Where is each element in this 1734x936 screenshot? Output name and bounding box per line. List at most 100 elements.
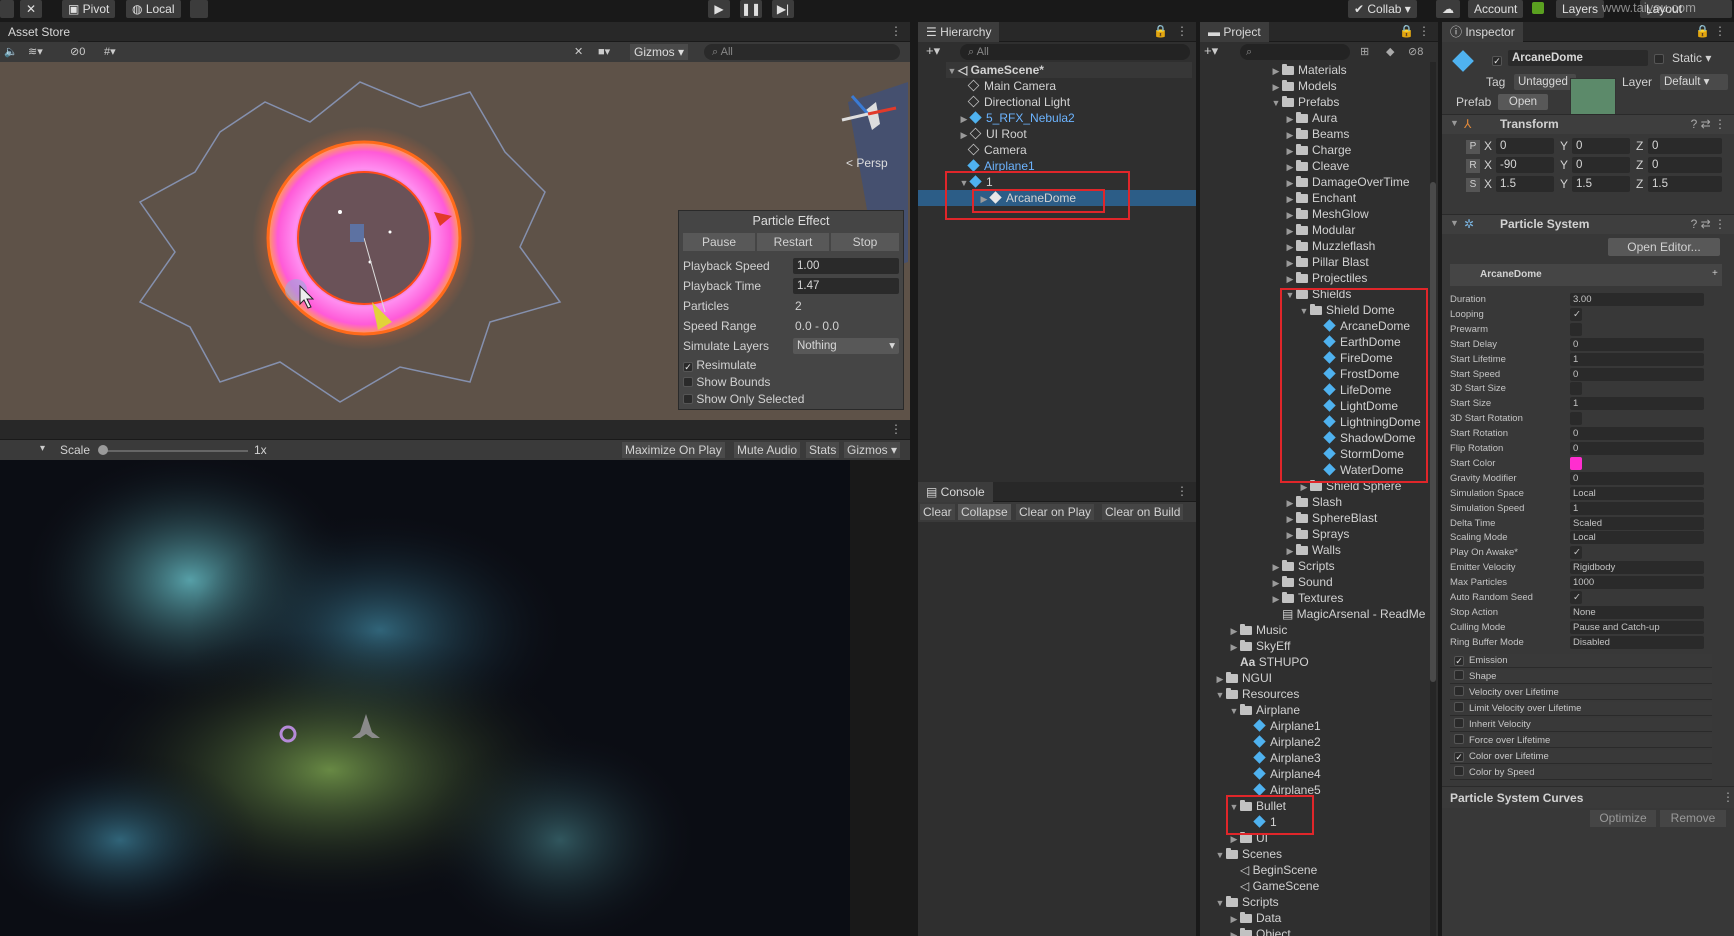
- fold-icon[interactable]: ▶: [1284, 127, 1296, 143]
- fold-icon[interactable]: ▶: [1284, 207, 1296, 223]
- pause-button[interactable]: ❚❚: [740, 0, 762, 18]
- ps-prop-field[interactable]: 1000: [1570, 576, 1704, 590]
- tag-dropdown[interactable]: Untagged: [1514, 74, 1576, 90]
- fold-icon[interactable]: ▶: [1284, 511, 1296, 527]
- project-search-input[interactable]: ⌕: [1240, 44, 1350, 60]
- ps-module-row[interactable]: Limit Velocity over Lifetime: [1450, 702, 1712, 716]
- local-button[interactable]: ◍ Local: [126, 0, 181, 18]
- folder-slash[interactable]: ▶ Slash: [1284, 494, 1343, 511]
- hierarchy-item-nebula[interactable]: ▶ 5_RFX_Nebula2: [958, 110, 1075, 126]
- checkbox[interactable]: ✓: [683, 362, 693, 372]
- ps-prop-field[interactable]: 0: [1570, 427, 1704, 441]
- ps-prop-field[interactable]: [1570, 382, 1582, 396]
- tab-project[interactable]: ▬ Project: [1200, 22, 1269, 42]
- fold-icon[interactable]: ▼: [946, 63, 958, 79]
- clear-on-play-button[interactable]: Clear on Play: [1016, 504, 1095, 520]
- fold-icon[interactable]: ▶: [1228, 927, 1240, 936]
- component-menu-icons[interactable]: ? ⇄ ⋮: [1691, 117, 1726, 131]
- fold-icon[interactable]: ▶: [1228, 911, 1240, 927]
- collab-button[interactable]: ✔ Collab ▾: [1348, 0, 1417, 18]
- rotation-y-field[interactable]: 0: [1572, 157, 1630, 173]
- checkbox[interactable]: [1454, 686, 1464, 696]
- folder-sound[interactable]: ▶ Sound: [1270, 574, 1333, 590]
- scale-slider-handle[interactable]: [98, 445, 108, 455]
- fold-icon[interactable]: ▶: [1284, 271, 1296, 287]
- ps-prop-field[interactable]: Pause and Catch-up: [1570, 620, 1704, 634]
- checkbox[interactable]: [1454, 734, 1464, 744]
- fold-icon[interactable]: ▶: [1284, 255, 1296, 271]
- asset-airplane3[interactable]: Airplane3: [1253, 750, 1321, 766]
- folder-resources[interactable]: ▼ Resources: [1214, 686, 1300, 702]
- checkbox[interactable]: ✓: [1492, 56, 1502, 66]
- ps-main-module-header[interactable]: ArcaneDome: [1450, 264, 1722, 286]
- position-y-field[interactable]: 0: [1572, 138, 1630, 154]
- tab-console[interactable]: ▤ Console: [918, 482, 993, 502]
- transform-header[interactable]: ▼ ⅄ Transform ? ⇄ ⋮: [1442, 114, 1734, 134]
- stats-button[interactable]: Stats: [806, 442, 840, 458]
- step-button[interactable]: ▶|: [772, 0, 794, 18]
- resimulate-toggle[interactable]: ✓ Resimulate: [683, 357, 756, 373]
- lock-icon[interactable]: 🔒: [1695, 24, 1710, 38]
- fold-icon[interactable]: ▶: [1228, 639, 1240, 655]
- game-gizmos-button[interactable]: Gizmos ▾: [844, 442, 901, 458]
- playback-time-field[interactable]: 1.47: [793, 278, 899, 294]
- show-bounds-toggle[interactable]: Show Bounds: [683, 374, 770, 390]
- folder-damageovertime[interactable]: ▶ DamageOverTime: [1284, 174, 1410, 190]
- ps-prop-field[interactable]: 0: [1570, 337, 1704, 351]
- add-icon[interactable]: +: [1712, 268, 1718, 279]
- asset-airplane2[interactable]: Airplane2: [1253, 734, 1321, 750]
- filter-type-icon[interactable]: ⊞: [1360, 45, 1369, 58]
- account-dropdown-icon[interactable]: [1532, 2, 1544, 14]
- rotation-x-field[interactable]: -90: [1496, 157, 1554, 173]
- checkbox[interactable]: ✓: [1454, 752, 1464, 762]
- stop-button[interactable]: Stop: [831, 233, 899, 251]
- fold-icon[interactable]: ▼: [1270, 95, 1282, 111]
- open-editor-button[interactable]: Open Editor...: [1608, 238, 1720, 256]
- lock-icon[interactable]: 🔒: [1399, 24, 1414, 38]
- filter-label-icon[interactable]: ◆: [1386, 45, 1394, 58]
- ps-prop-field[interactable]: 1: [1570, 397, 1704, 411]
- grid-snap-icon[interactable]: [190, 0, 208, 18]
- fold-icon[interactable]: ▶: [1284, 223, 1296, 239]
- folder-materials[interactable]: ▶ Materials: [1270, 62, 1347, 78]
- pause-button[interactable]: Pause: [683, 233, 755, 251]
- more-icon[interactable]: ⋮: [890, 422, 902, 436]
- hierarchy-search-input[interactable]: ⌕ All: [960, 44, 1190, 60]
- fold-icon[interactable]: ▶: [1284, 495, 1296, 511]
- pivot-button[interactable]: ▣ Pivot: [62, 0, 116, 18]
- scene-gizmos-button[interactable]: Gizmos ▾: [630, 44, 689, 60]
- checkbox[interactable]: [1454, 702, 1464, 712]
- ps-prop-field[interactable]: ✓: [1570, 307, 1582, 321]
- ps-prop-field[interactable]: 1: [1570, 501, 1704, 515]
- scrollbar-thumb[interactable]: [1430, 182, 1436, 682]
- fold-icon[interactable]: ▶: [1284, 527, 1296, 543]
- checkbox[interactable]: [683, 377, 693, 387]
- tab-asset-store[interactable]: Asset Store: [0, 22, 79, 42]
- fold-icon[interactable]: ▶: [1270, 591, 1282, 607]
- particle-system-header[interactable]: ▼ ✲ Particle System ? ⇄ ⋮: [1442, 214, 1734, 234]
- checkbox[interactable]: [1454, 670, 1464, 680]
- hierarchy-item-camera[interactable]: Camera: [967, 142, 1027, 158]
- ps-prop-field[interactable]: Rigidbody: [1570, 561, 1704, 575]
- layers-button[interactable]: Layers: [1556, 0, 1605, 18]
- folder-pillar-blast[interactable]: ▶ Pillar Blast: [1284, 254, 1369, 270]
- fold-icon[interactable]: ▶: [1284, 111, 1296, 127]
- console-log-area[interactable]: [918, 522, 1196, 936]
- folder-sphereblast[interactable]: ▶ SphereBlast: [1284, 510, 1378, 527]
- scale-z-field[interactable]: 1.5: [1648, 176, 1722, 192]
- ps-prop-field[interactable]: 0: [1570, 442, 1704, 455]
- scene-gamescene[interactable]: ▼ ◁ GameScene*: [946, 62, 1192, 78]
- asset-airplane4[interactable]: Airplane4: [1253, 766, 1321, 782]
- ps-prop-field[interactable]: [1570, 412, 1582, 426]
- display-dropdown-icon[interactable]: ▾: [40, 443, 45, 454]
- position-z-field[interactable]: 0: [1648, 138, 1722, 154]
- folder-scripts-root[interactable]: ▼ Scripts: [1214, 894, 1279, 910]
- more-icon[interactable]: ⋮: [1176, 24, 1188, 38]
- tab-hierarchy[interactable]: ☰ Hierarchy: [918, 22, 1000, 42]
- mute-audio-button[interactable]: Mute Audio: [734, 442, 801, 458]
- ps-prop-field[interactable]: 0: [1570, 471, 1704, 485]
- folder-textures[interactable]: ▶ Textures: [1270, 590, 1344, 607]
- ps-prop-field[interactable]: Scaled: [1570, 516, 1704, 530]
- hierarchy-item-main-camera[interactable]: Main Camera: [967, 78, 1056, 94]
- fold-icon[interactable]: ▼: [1450, 118, 1459, 128]
